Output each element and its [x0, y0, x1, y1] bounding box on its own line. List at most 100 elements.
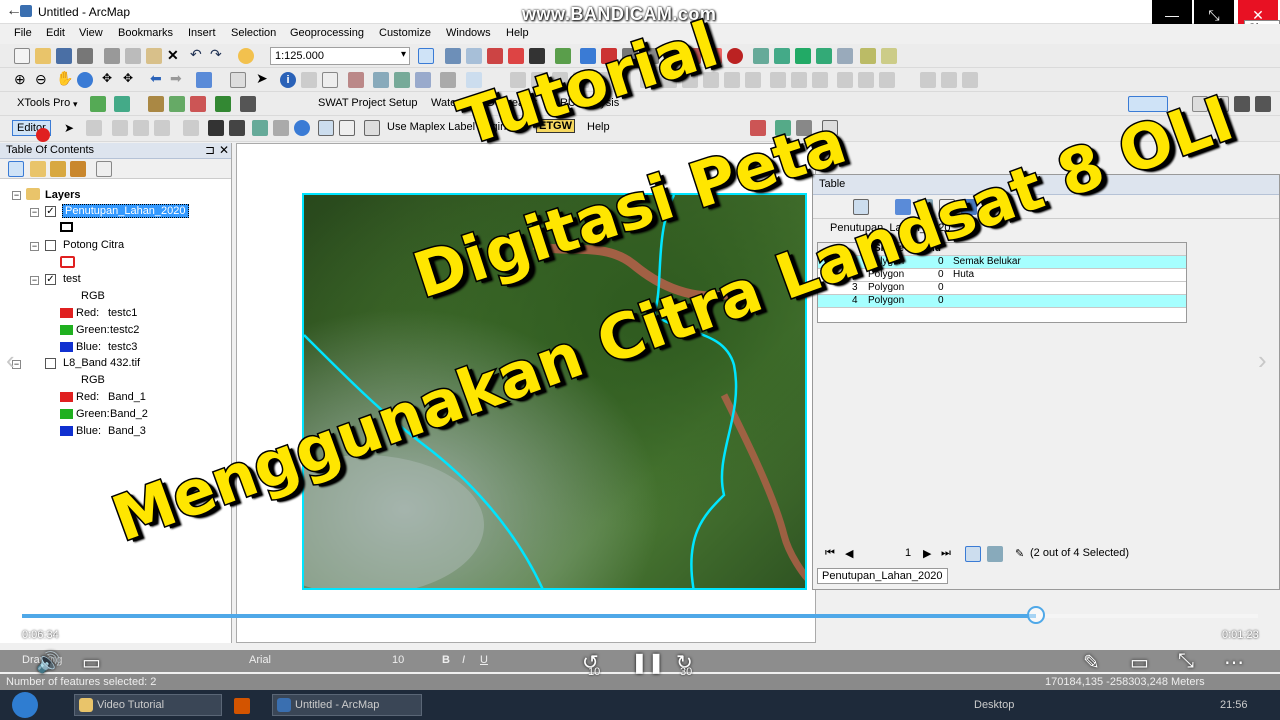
xtools-dropdown-icon[interactable]: ▾ — [73, 99, 78, 110]
italic-button[interactable]: I — [462, 654, 465, 666]
rotate-icon-c[interactable] — [962, 72, 978, 88]
swat-project-setup-menu[interactable]: SWAT Project Setup — [318, 97, 417, 109]
volume-icon[interactable]: 🔊 — [36, 650, 61, 675]
rotate-icon-a[interactable] — [920, 72, 936, 88]
layer-visibility-checkbox[interactable] — [45, 240, 56, 251]
forward-extent-icon[interactable]: ➡ — [170, 70, 186, 86]
show-selected-records-icon[interactable] — [987, 546, 1003, 562]
select-elements-icon[interactable]: ➤ — [256, 70, 272, 86]
add-data-icon[interactable] — [238, 48, 254, 64]
edit-vertices-icon[interactable] — [208, 120, 224, 136]
next-record-icon[interactable]: ▶ — [923, 547, 931, 560]
taskbar-item-arcmap[interactable]: Untitled - ArcMap — [272, 694, 422, 716]
layer-collapse-icon[interactable]: − — [30, 242, 39, 251]
menu-edit[interactable]: Edit — [46, 27, 65, 39]
toc-options-icon[interactable] — [96, 161, 112, 177]
toc-close-icon[interactable]: ✕ — [219, 143, 229, 157]
topology-icon-g[interactable] — [881, 48, 897, 64]
edit-tool-icon[interactable]: ➤ — [64, 121, 80, 137]
trace-icon[interactable] — [154, 120, 170, 136]
menu-windows[interactable]: Windows — [446, 27, 491, 39]
back-extent-icon[interactable]: ⬅ — [150, 70, 166, 86]
menu-bookmarks[interactable]: Bookmarks — [118, 27, 173, 39]
topology-icon-a[interactable] — [753, 48, 769, 64]
time-slider-icon[interactable] — [415, 72, 431, 88]
zoom-in-icon[interactable]: ⊕ — [14, 71, 30, 87]
layout-icon-c[interactable] — [1234, 96, 1250, 112]
viewer-icon[interactable] — [440, 72, 456, 88]
record-number-field[interactable]: 1 — [905, 547, 911, 559]
paste-icon[interactable] — [146, 48, 162, 64]
edit-annotation-icon[interactable] — [86, 120, 102, 136]
distribute-icon-d[interactable] — [837, 72, 853, 88]
align-icon-f[interactable] — [745, 72, 761, 88]
video-scrubber-knob[interactable] — [1026, 606, 1045, 624]
more-options-icon[interactable]: ⋯ — [1224, 650, 1244, 675]
fixed-zoom-out-icon[interactable]: ✥ — [123, 71, 139, 87]
end-point-arc-icon[interactable] — [133, 120, 149, 136]
print-icon[interactable] — [77, 48, 93, 64]
pause-icon[interactable]: ❚❚ — [631, 650, 665, 675]
cut-icon[interactable] — [104, 48, 120, 64]
map-scale-combo[interactable]: 1:125.000 — [270, 47, 410, 65]
layer-test[interactable]: test — [63, 273, 81, 285]
menu-help[interactable]: Help — [506, 27, 529, 39]
topology-icon-e[interactable] — [837, 48, 853, 64]
fixed-zoom-in-icon[interactable]: ✥ — [102, 71, 118, 87]
media-player-icon[interactable] — [234, 698, 250, 714]
undo-icon[interactable]: ↶ — [190, 46, 206, 62]
cut-polygons-icon[interactable] — [252, 120, 268, 136]
distribute-icon-a[interactable] — [770, 72, 786, 88]
topology-icon-c[interactable] — [795, 48, 811, 64]
create-features-icon[interactable] — [364, 120, 380, 136]
find-icon[interactable] — [301, 72, 317, 88]
xtools-icon-c[interactable] — [169, 96, 185, 112]
xtools-icon-b[interactable] — [148, 96, 164, 112]
layout-icon-d[interactable] — [1255, 96, 1271, 112]
video-progress-bar[interactable] — [22, 614, 1258, 618]
copy-icon[interactable] — [125, 48, 141, 64]
delete-icon[interactable]: ✕ — [167, 47, 183, 63]
layer-collapse-icon[interactable]: − — [30, 208, 39, 217]
topology-icon-b[interactable] — [774, 48, 790, 64]
table-row[interactable]: 4 Polygon 0 — [818, 295, 1186, 308]
distribute-icon-c[interactable] — [812, 72, 828, 88]
catalog-icon[interactable] — [466, 48, 482, 64]
first-record-icon[interactable]: ⏮ — [825, 547, 835, 560]
miniplayer-icon[interactable]: ▭ — [1130, 650, 1149, 675]
new-document-icon[interactable] — [14, 48, 30, 64]
xtools-icon-e[interactable] — [215, 96, 231, 112]
exit-fullscreen-icon[interactable]: ⤡ — [1178, 650, 1194, 673]
desktop-toolbar-label[interactable]: Desktop — [974, 699, 1014, 711]
select-features-icon[interactable] — [196, 72, 212, 88]
measure-icon[interactable] — [348, 72, 364, 88]
layers-collapse-icon[interactable]: − — [12, 191, 21, 200]
list-by-selection-icon[interactable] — [70, 161, 86, 177]
menu-file[interactable]: File — [14, 27, 32, 39]
list-by-drawing-order-icon[interactable] — [8, 161, 24, 177]
layer-visibility-checkbox[interactable]: ✓ — [45, 274, 56, 285]
hyperlink-icon[interactable] — [373, 72, 389, 88]
layer-collapse-icon[interactable]: − — [30, 276, 39, 285]
font-name-combo[interactable]: Arial — [249, 654, 271, 666]
layer-visibility-checkbox[interactable] — [45, 358, 56, 369]
rotate-tool-icon[interactable] — [294, 120, 310, 136]
layer-l8-band-432[interactable]: L8_Band 432.tif — [63, 357, 140, 369]
polygon-symbol-red[interactable] — [60, 256, 75, 268]
topology-icon-f[interactable] — [860, 48, 876, 64]
topology-icon-d[interactable] — [816, 48, 832, 64]
menu-insert[interactable]: Insert — [188, 27, 216, 39]
table-of-contents-icon[interactable] — [445, 48, 461, 64]
list-by-source-icon[interactable] — [30, 161, 46, 177]
previous-record-icon[interactable]: ◀ — [845, 547, 853, 560]
menu-geoprocessing[interactable]: Geoprocessing — [290, 27, 364, 39]
menu-view[interactable]: View — [79, 27, 103, 39]
save-icon[interactable] — [56, 48, 72, 64]
attributes-icon[interactable] — [318, 120, 334, 136]
clear-selection-icon[interactable] — [230, 72, 246, 88]
polygon-symbol-black[interactable] — [60, 222, 73, 232]
last-record-icon[interactable]: ⏭ — [941, 547, 951, 560]
show-all-records-icon[interactable] — [965, 546, 981, 562]
editor-toolbar-icon[interactable] — [418, 48, 434, 64]
reshape-icon[interactable] — [229, 120, 245, 136]
